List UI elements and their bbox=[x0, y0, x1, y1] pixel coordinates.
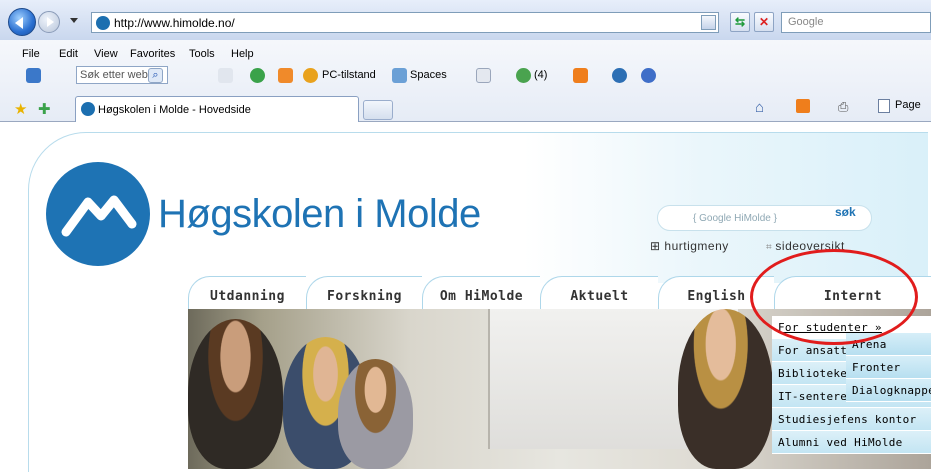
people-count[interactable]: (4) bbox=[534, 69, 547, 81]
back-button[interactable] bbox=[8, 8, 36, 36]
forward-button[interactable] bbox=[38, 11, 60, 33]
menu-view[interactable]: View bbox=[94, 48, 118, 60]
quickmenu-label: hurtigmeny bbox=[664, 239, 729, 253]
menu-edit[interactable]: Edit bbox=[59, 48, 78, 60]
browser-chrome: http://www.himolde.no/ ⇆ ✕ Google File E… bbox=[0, 0, 931, 122]
msn-icon[interactable] bbox=[26, 68, 41, 83]
tab-favicon bbox=[81, 102, 95, 116]
browser-search-field[interactable]: Google bbox=[781, 12, 931, 33]
address-url: http://www.himolde.no/ bbox=[114, 16, 235, 30]
feeds-command-icon[interactable] bbox=[796, 99, 810, 113]
nav-forskning[interactable]: Forskning bbox=[306, 276, 422, 309]
dropdown-item-studiesjefens-kontor[interactable]: Studiesjefens kontor bbox=[772, 408, 931, 431]
nav-utdanning[interactable]: Utdanning bbox=[188, 276, 306, 309]
site-search-placeholder: { Google HiMolde } bbox=[693, 213, 777, 224]
people-icon bbox=[516, 68, 531, 83]
menu-tools[interactable]: Tools bbox=[189, 48, 215, 60]
messenger-icon[interactable] bbox=[612, 68, 627, 83]
help-icon[interactable] bbox=[641, 68, 656, 83]
submenu-item-fronter[interactable]: Fronter bbox=[846, 356, 931, 379]
site-brand-title[interactable]: Høgskolen i Molde bbox=[158, 192, 481, 237]
spaces-label[interactable]: Spaces bbox=[410, 69, 447, 81]
favorites-star-icon[interactable]: ★ bbox=[14, 100, 27, 118]
toolbar: Søk etter web ⌕ PC-tilstand Spaces (4) bbox=[0, 64, 931, 87]
menu-file[interactable]: File bbox=[22, 48, 40, 60]
student-right bbox=[678, 309, 773, 469]
tab-title: Høgskolen i Molde - Hovedside bbox=[98, 104, 251, 116]
site-search-button[interactable]: søk bbox=[835, 205, 856, 219]
butterfly-icon[interactable] bbox=[278, 68, 293, 83]
print-icon[interactable]: ⎙ bbox=[838, 99, 848, 115]
highlight-circle bbox=[750, 249, 918, 345]
menu-help[interactable]: Help bbox=[231, 48, 254, 60]
highlight-icon[interactable] bbox=[218, 68, 233, 83]
navigation-bar: http://www.himolde.no/ ⇆ ✕ Google bbox=[0, 0, 931, 40]
nav-aktuelt[interactable]: Aktuelt bbox=[540, 276, 658, 309]
nav-om-himolde[interactable]: Om HiMolde bbox=[422, 276, 540, 309]
address-dropdown-icon[interactable] bbox=[701, 15, 716, 30]
page-icon bbox=[878, 99, 890, 113]
student-left bbox=[188, 319, 283, 469]
submenu-item-dialogknapper[interactable]: Dialogknapper bbox=[846, 379, 931, 402]
stop-button[interactable]: ✕ bbox=[754, 12, 774, 32]
studenter-submenu: Arena Fronter Dialogknapper bbox=[846, 333, 931, 405]
sitemap-icon: ⌗ bbox=[766, 242, 776, 253]
menu-favorites[interactable]: Favorites bbox=[130, 48, 175, 60]
spaces-icon bbox=[392, 68, 407, 83]
refresh-button[interactable]: ⇆ bbox=[730, 12, 750, 32]
add-icon[interactable] bbox=[250, 68, 265, 83]
mail-icon[interactable] bbox=[476, 68, 491, 83]
site-favicon bbox=[96, 16, 110, 30]
search-icon[interactable]: ⌕ bbox=[148, 68, 163, 83]
pc-status-icon bbox=[303, 68, 318, 83]
new-tab-button[interactable] bbox=[363, 100, 393, 120]
add-favorites-icon[interactable]: ✚ bbox=[38, 100, 51, 118]
page-menu[interactable]: Page bbox=[895, 99, 921, 111]
recent-pages-dropdown[interactable] bbox=[70, 18, 78, 27]
address-bar[interactable]: http://www.himolde.no/ bbox=[91, 12, 719, 33]
feeds-icon[interactable] bbox=[573, 68, 588, 83]
pc-status-label[interactable]: PC-tilstand bbox=[322, 69, 376, 81]
menu-bar: File Edit View Favorites Tools Help bbox=[0, 44, 931, 64]
student-middle bbox=[338, 359, 413, 469]
dropdown-item-alumni[interactable]: Alumni ved HiMolde bbox=[772, 431, 931, 454]
himolde-logo[interactable] bbox=[46, 162, 150, 266]
web-page: Høgskolen i Molde { Google HiMolde } søk… bbox=[10, 123, 931, 472]
home-icon[interactable]: ⌂ bbox=[755, 99, 764, 116]
quickmenu-link[interactable]: ⊞ hurtigmeny bbox=[650, 239, 729, 253]
tab-bar: ★ ✚ Høgskolen i Molde - Hovedside ⌂ ⎙ Pa… bbox=[0, 93, 931, 122]
tab-himolde[interactable]: Høgskolen i Molde - Hovedside bbox=[75, 96, 359, 122]
